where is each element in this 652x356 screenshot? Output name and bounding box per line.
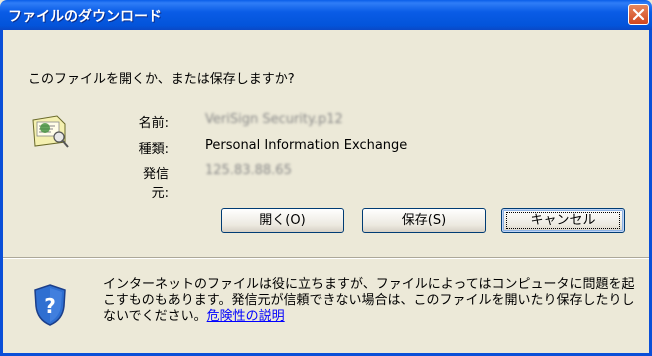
focus-rectangle: [506, 212, 620, 229]
window-frame-left: [0, 30, 3, 356]
file-name-value: VeriSign Security.p12: [205, 112, 343, 127]
risk-explanation-link[interactable]: 危険性の説明: [207, 309, 285, 324]
save-button[interactable]: 保存(S): [362, 208, 486, 233]
cancel-button[interactable]: キャンセル: [501, 208, 625, 233]
close-button[interactable]: [628, 4, 649, 25]
svg-text:?: ?: [44, 294, 56, 318]
file-type-row: 種類: Personal Information Exchange: [133, 138, 408, 157]
title-bar: ファイルのダウンロード: [0, 0, 652, 30]
file-from-row: 発信元: 125.83.88.65: [127, 163, 292, 201]
certificate-file-icon: [32, 115, 69, 148]
window-title: ファイルのダウンロード: [8, 9, 162, 25]
shield-question-icon: ?: [34, 284, 66, 326]
separator: [3, 257, 649, 259]
file-type-label: 種類:: [138, 142, 169, 157]
file-type-value: Personal Information Exchange: [205, 138, 408, 153]
open-button[interactable]: 開く(O): [221, 208, 344, 233]
prompt-question: このファイルを開くか、または保存しますか?: [28, 72, 295, 87]
warning-text: インターネットのファイルは役に立ちますが、ファイルによってはコンピュータに問題を…: [103, 277, 635, 324]
file-from-value: 125.83.88.65: [205, 163, 292, 178]
close-icon: [632, 8, 645, 21]
warning-message: インターネットのファイルは役に立ちますが、ファイルによってはコンピュータに問題を…: [103, 277, 643, 325]
file-name-row: 名前: VeriSign Security.p12: [133, 112, 343, 131]
file-from-label: 発信元:: [142, 167, 169, 201]
file-name-label: 名前:: [138, 116, 169, 131]
